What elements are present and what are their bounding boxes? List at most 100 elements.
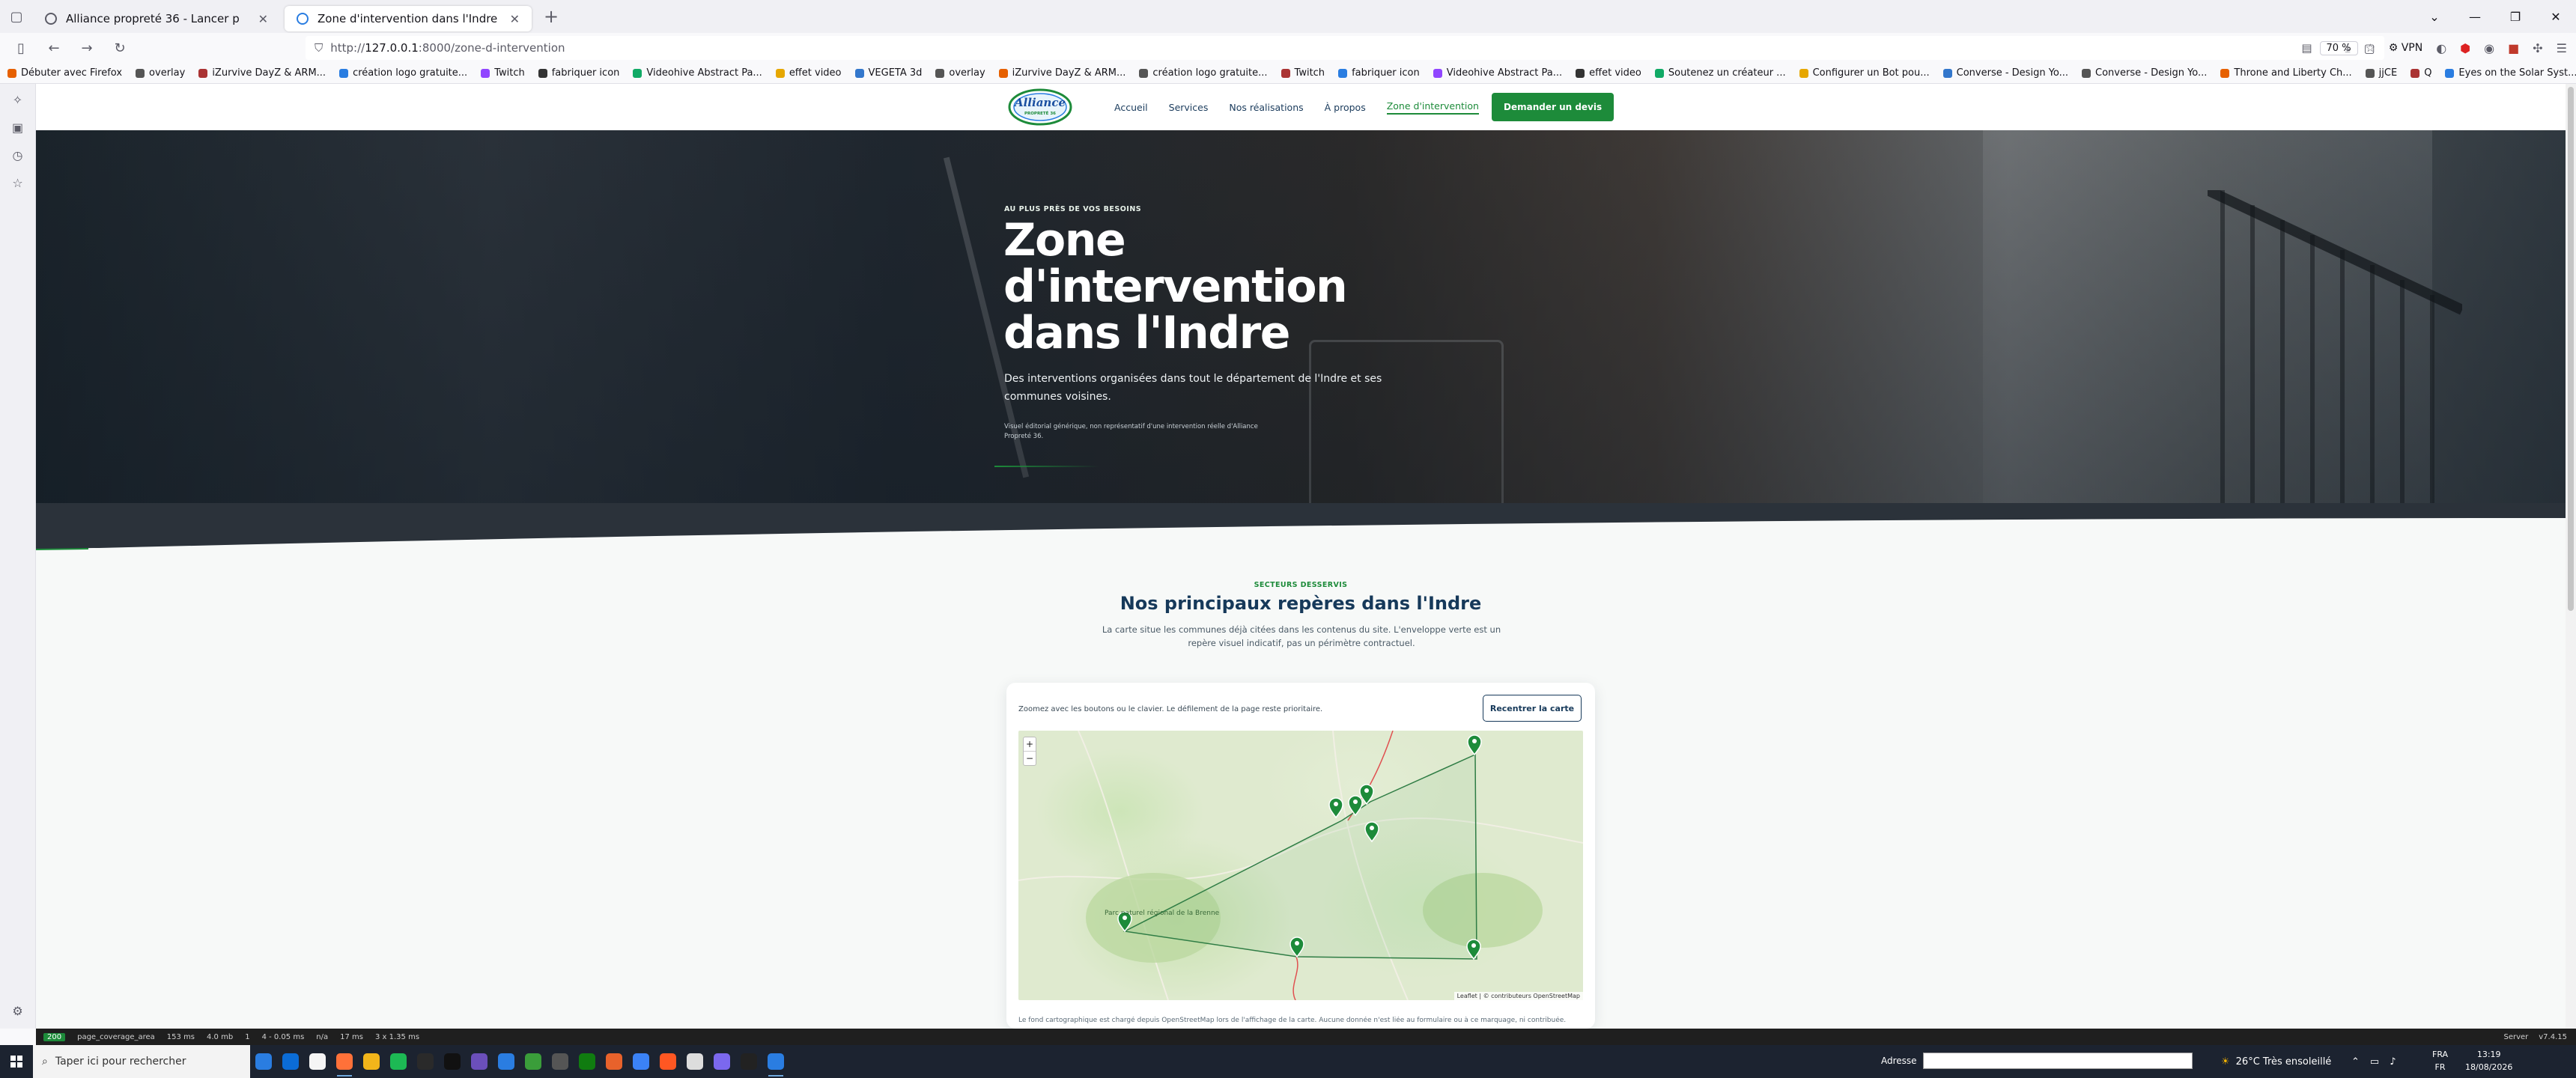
zoom-in-button[interactable]: + xyxy=(1024,737,1036,751)
taskbar-app-icon[interactable] xyxy=(439,1045,466,1078)
chevron-up-icon[interactable]: ⌃ xyxy=(2351,1056,2360,1068)
gear-icon[interactable]: ⚙ xyxy=(12,1004,22,1018)
ai-chat-icon[interactable]: ✧ xyxy=(13,93,22,107)
status-item[interactable]: 17 ms xyxy=(340,1033,363,1041)
taskbar-app-icon[interactable] xyxy=(681,1045,708,1078)
sidebar-toggle-icon[interactable]: ▯ xyxy=(4,40,37,56)
zoom-out-button[interactable]: − xyxy=(1024,751,1036,765)
bookmark-item[interactable]: Throne and Liberty Ch... xyxy=(2220,67,2352,79)
bookmark-item[interactable]: iZurvive DayZ & ARM... xyxy=(998,67,1126,79)
bookmark-item[interactable]: fabriquer icon xyxy=(538,67,619,79)
bookmark-item[interactable]: Q xyxy=(2411,67,2431,79)
bookmark-item[interactable]: effet video xyxy=(1576,67,1641,79)
bookmark-item[interactable]: Converse - Design Yo... xyxy=(2082,67,2207,79)
url-bar[interactable]: ⛉ http://127.0.0.1:8000/zone-d-intervent… xyxy=(306,36,2384,60)
taskbar-app-icon[interactable] xyxy=(250,1045,277,1078)
status-badge[interactable]: 200 xyxy=(43,1032,66,1041)
network-icon[interactable]: ▭ xyxy=(2370,1056,2379,1068)
taskbar-app-icon[interactable] xyxy=(385,1045,412,1078)
bookmark-item[interactable]: Videohive Abstract Pa... xyxy=(633,67,762,79)
bookmark-item[interactable]: Eyes on the Solar Syst... xyxy=(2445,67,2576,79)
pocket-icon[interactable]: ▢ xyxy=(2364,41,2375,55)
new-tab-button[interactable]: + xyxy=(536,6,566,27)
address-input[interactable] xyxy=(1922,1053,2193,1069)
forward-icon[interactable]: → xyxy=(70,40,103,56)
bookmark-item[interactable]: Converse - Design Yo... xyxy=(1942,67,2068,79)
bookmark-item[interactable]: iZurvive DayZ & ARM... xyxy=(198,67,326,79)
back-icon[interactable]: ← xyxy=(37,40,70,56)
nav-link-1[interactable]: Services xyxy=(1169,102,1209,113)
bookmark-item[interactable]: Videohive Abstract Pa... xyxy=(1433,67,1562,79)
leaflet-map[interactable]: Parc naturel régional de la Brenne + − L… xyxy=(1018,731,1583,1000)
request-quote-button[interactable]: Demander un devis xyxy=(1492,93,1614,121)
recenter-map-button[interactable]: Recentrer la carte xyxy=(1483,695,1582,722)
language-indicator[interactable]: FRA FR xyxy=(2432,1048,2448,1074)
extensions-puzzle-icon[interactable]: ✣ xyxy=(2533,41,2542,55)
bookmark-item[interactable]: Twitch xyxy=(1281,67,1325,79)
status-item[interactable]: 4 - 0.05 ms xyxy=(262,1033,305,1041)
taskbar-search[interactable]: ⌕ Taper ici pour rechercher xyxy=(33,1045,250,1078)
vpn-button[interactable]: ⚙ VPN xyxy=(2389,42,2423,54)
synced-tabs-icon[interactable]: ▣ xyxy=(12,121,23,135)
status-item[interactable]: page_coverage_area xyxy=(77,1033,155,1041)
taskbar-clock[interactable]: 13:19 18/08/2026 xyxy=(2465,1048,2512,1074)
restore-icon[interactable]: ❐ xyxy=(2495,0,2536,33)
close-icon[interactable]: ✕ xyxy=(258,12,268,26)
tab-alliance[interactable]: Alliance propreté 36 - Lancer p ✕ xyxy=(33,6,280,31)
taskbar-app-icon[interactable] xyxy=(331,1045,358,1078)
bookmark-item[interactable]: Soutenez un créateur ... xyxy=(1654,67,1786,79)
taskbar-app-icon[interactable] xyxy=(358,1045,385,1078)
bookmark-item[interactable]: Twitch xyxy=(481,67,525,79)
close-icon[interactable]: ✕ xyxy=(510,12,520,26)
tab-menu-icon[interactable]: ⌄ xyxy=(2414,0,2455,33)
bookmark-item[interactable]: overlay xyxy=(935,67,985,79)
taskbar-app-icon[interactable] xyxy=(493,1045,520,1078)
bookmark-item[interactable]: Débuter avec Firefox xyxy=(7,67,122,79)
start-button[interactable] xyxy=(0,1045,33,1078)
bookmark-item[interactable]: effet video xyxy=(775,67,842,79)
bookmark-item[interactable]: overlay xyxy=(136,67,185,79)
taskbar-app-icon[interactable] xyxy=(628,1045,654,1078)
taskbar-app-icon[interactable] xyxy=(412,1045,439,1078)
taskbar-app-icon[interactable] xyxy=(601,1045,628,1078)
status-item[interactable]: 4.0 mb xyxy=(207,1033,233,1041)
bookmark-item[interactable]: fabriquer icon xyxy=(1338,67,1420,79)
extension-icon[interactable]: ◐ xyxy=(2436,41,2446,55)
taskbar-app-icon[interactable] xyxy=(277,1045,304,1078)
nav-link-4[interactable]: Zone d'intervention xyxy=(1386,100,1479,115)
status-item[interactable]: 153 ms xyxy=(167,1033,195,1041)
downloads-icon[interactable]: ⤓ xyxy=(2345,40,2351,55)
history-icon[interactable]: ◷ xyxy=(13,148,23,162)
alliance-logo[interactable]: Alliance PROPRETÉ 36 xyxy=(1008,88,1072,126)
map-marker-pin-icon[interactable] xyxy=(1328,797,1343,819)
map-attribution[interactable]: Leaflet | © contributeurs OpenStreetMap xyxy=(1453,992,1583,1000)
bookmarks-icon[interactable]: ☆ xyxy=(12,176,22,190)
menu-icon[interactable]: ☰ xyxy=(2557,41,2567,55)
nav-link-0[interactable]: Accueil xyxy=(1114,102,1148,113)
tab-zone-intervention[interactable]: Zone d'intervention dans l'Indre ✕ xyxy=(285,6,532,31)
taskbar-app-icon[interactable] xyxy=(735,1045,762,1078)
status-server[interactable]: Server xyxy=(2503,1033,2528,1041)
status-version[interactable]: v7.4.15 xyxy=(2539,1033,2567,1041)
extension-icon[interactable]: ■ xyxy=(2508,41,2519,55)
scrollbar-thumb[interactable] xyxy=(2568,87,2574,611)
bookmark-item[interactable]: création logo gratuite... xyxy=(339,67,467,79)
tab-list-icon[interactable]: ▢ xyxy=(0,0,33,33)
extension-icon[interactable]: ◉ xyxy=(2484,41,2494,55)
reload-icon[interactable]: ↻ xyxy=(103,40,136,56)
taskbar-app-icon[interactable] xyxy=(762,1045,789,1078)
volume-icon[interactable]: ♪ xyxy=(2390,1056,2396,1068)
bookmark-item[interactable]: Configurer un Bot pou... xyxy=(1799,67,1930,79)
map-marker-pin-icon[interactable] xyxy=(1467,734,1482,756)
bookmark-item[interactable]: VEGETA 3d xyxy=(854,67,922,79)
nav-link-3[interactable]: À propos xyxy=(1325,102,1366,113)
bookmark-item[interactable]: jjCE xyxy=(2365,67,2397,79)
taskbar-app-icon[interactable] xyxy=(304,1045,331,1078)
status-item[interactable]: 3 x 1.35 ms xyxy=(375,1033,419,1041)
taskbar-app-icon[interactable] xyxy=(520,1045,547,1078)
minimize-icon[interactable]: — xyxy=(2455,0,2495,33)
status-item[interactable]: n/a xyxy=(316,1033,328,1041)
adblock-icon[interactable]: ⬢ xyxy=(2460,41,2470,55)
nav-link-2[interactable]: Nos réalisations xyxy=(1229,102,1303,113)
taskbar-app-icon[interactable] xyxy=(574,1045,601,1078)
